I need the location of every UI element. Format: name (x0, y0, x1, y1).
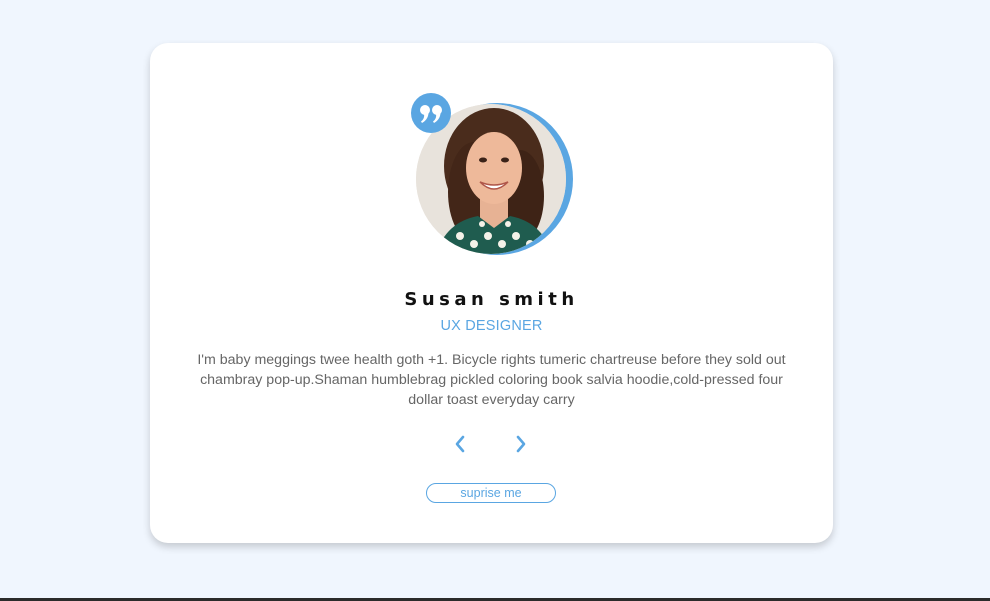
avatar-container (411, 93, 573, 255)
prev-button[interactable] (449, 433, 471, 455)
review-card: Susan smith UX DESIGNER I'm baby megging… (150, 43, 833, 543)
reviewer-job: UX DESIGNER (440, 318, 543, 334)
quote-icon (411, 93, 451, 133)
chevron-right-icon (516, 435, 526, 453)
reviewer-name: Susan smith (404, 289, 579, 310)
review-text: I'm baby meggings twee health goth +1. B… (197, 352, 786, 408)
chevron-left-icon (455, 435, 465, 453)
next-button[interactable] (510, 433, 532, 455)
surprise-me-button[interactable]: suprise me (426, 483, 556, 503)
